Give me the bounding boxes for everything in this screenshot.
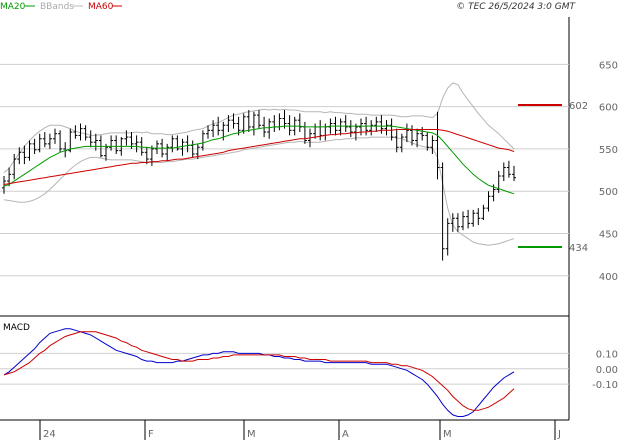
price-bar <box>12 154 17 180</box>
price-bar <box>180 138 185 156</box>
price-bar <box>246 110 251 133</box>
price-bar <box>211 120 216 138</box>
legend-bbands-label: BBands <box>40 2 74 12</box>
macd-tick-label: -0.10 <box>592 380 618 391</box>
legend: MA20 BBands MA60 <box>0 2 122 12</box>
signal-line <box>3 331 515 411</box>
price-bar <box>47 133 52 149</box>
price-bar <box>343 115 348 133</box>
price-bar <box>501 162 506 182</box>
price-bar <box>165 143 170 161</box>
price-bar <box>435 111 440 180</box>
price-bar <box>486 191 491 212</box>
price-bar <box>216 116 221 136</box>
price-bar <box>471 209 476 227</box>
price-bar <box>466 209 471 229</box>
macd-tick-label: 0.10 <box>596 349 618 360</box>
price-bar <box>318 120 323 141</box>
price-panel <box>0 17 569 313</box>
x-tick-label: F <box>148 429 154 440</box>
price-levels: 602 434 <box>518 101 588 254</box>
price-bar <box>109 135 114 151</box>
resistance-level-label: 602 <box>569 101 588 112</box>
price-bar <box>83 125 88 141</box>
price-tick-label: 450 <box>599 230 618 241</box>
price-bar <box>144 147 149 165</box>
price-bar <box>272 115 277 133</box>
x-tick-label: M <box>443 429 452 440</box>
price-bar <box>27 140 32 161</box>
price-bar <box>359 118 363 136</box>
price-bar <box>53 128 57 144</box>
copyright-text: © TEC 26/5/2024 3:0 GMT <box>456 2 576 12</box>
price-bar <box>277 113 282 131</box>
x-tick-label: 24 <box>43 429 56 440</box>
stock-chart: MA20 BBands MA60 © TEC 26/5/2024 3:0 GMT… <box>0 2 618 440</box>
price-bar <box>287 115 292 136</box>
price-bar <box>155 140 159 155</box>
price-bar <box>399 133 404 153</box>
price-bar <box>297 113 302 133</box>
price-bar <box>42 132 47 148</box>
price-bar <box>450 213 455 232</box>
price-bar <box>262 116 267 138</box>
price-bar <box>506 160 511 178</box>
support-level-label: 434 <box>569 243 588 254</box>
price-bar <box>384 120 389 136</box>
x-axis-labels: 24 F M A M J <box>39 420 561 440</box>
price-bar <box>175 135 180 151</box>
price-bar <box>185 135 190 153</box>
price-bar <box>170 135 175 153</box>
price-bar <box>461 211 465 231</box>
price-bar <box>251 111 256 136</box>
legend-ma20-label: MA20 <box>0 2 26 12</box>
x-tick-label: J <box>557 429 561 440</box>
price-bar <box>476 208 481 226</box>
price-bar <box>348 120 353 138</box>
price-bar <box>134 135 139 153</box>
price-bar <box>374 116 379 133</box>
price-bar <box>420 126 425 141</box>
macd-line <box>3 328 515 417</box>
macd-grid: 0.10 0.00 -0.10 <box>0 349 618 391</box>
price-bar <box>139 137 144 156</box>
price-bar <box>226 115 231 133</box>
price-tick-label: 550 <box>599 145 618 156</box>
price-grid: 650 600 550 500 450 400 <box>0 60 618 283</box>
price-bar <box>455 213 460 232</box>
x-tick-label: A <box>342 429 349 440</box>
macd-title: MACD <box>3 323 30 333</box>
price-bar <box>257 110 261 129</box>
price-bar <box>114 135 119 155</box>
price-tick-label: 600 <box>599 103 618 114</box>
price-tick-label: 400 <box>599 272 618 283</box>
price-bar <box>302 121 307 144</box>
price-bar <box>481 204 486 220</box>
price-bar <box>445 218 450 256</box>
price-bar <box>200 130 205 151</box>
legend-ma60-label: MA60 <box>88 2 114 12</box>
price-bar <box>404 123 409 143</box>
price-bar <box>512 165 516 182</box>
price-bar <box>338 118 343 136</box>
price-bar <box>93 133 98 151</box>
macd-tick-label: 0.00 <box>596 365 618 376</box>
price-bar <box>267 118 272 139</box>
price-bar <box>32 138 37 155</box>
x-tick-label: M <box>247 429 256 440</box>
price-tick-label: 500 <box>599 187 618 198</box>
macd-lines <box>3 328 515 417</box>
price-tick-label: 650 <box>599 60 618 71</box>
price-bar <box>323 123 328 141</box>
price-bar <box>88 130 93 148</box>
price-bar <box>37 133 42 153</box>
price-bar <box>369 120 374 136</box>
